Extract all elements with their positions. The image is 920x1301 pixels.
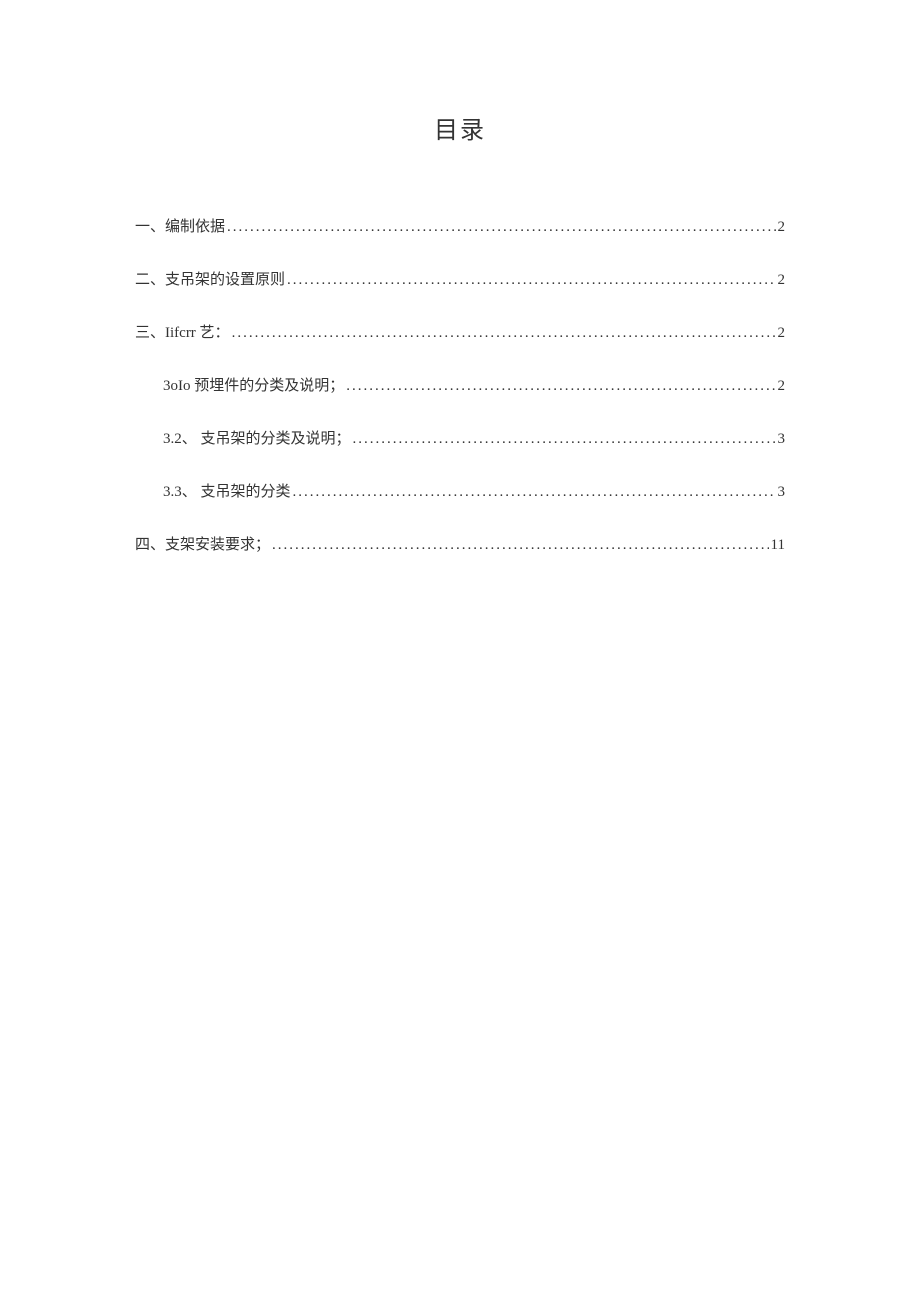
toc-entry: 三、Iifcrr 艺： 2 xyxy=(135,321,785,342)
toc-label: 3oIo 预埋件的分类及说明； xyxy=(163,374,344,395)
toc-label: 二、支吊架的设置原则 xyxy=(135,268,285,289)
toc-leader-dots xyxy=(287,272,775,289)
toc-page-number: 11 xyxy=(771,537,785,554)
toc-leader-dots xyxy=(227,219,775,236)
toc-label: 四、支架安装要求； xyxy=(135,533,270,554)
toc-label: 3.2、 支吊架的分类及说明； xyxy=(163,427,351,448)
toc-page-number: 2 xyxy=(778,378,786,395)
toc-leader-dots xyxy=(353,431,776,448)
toc-page-number: 3 xyxy=(778,431,786,448)
toc-title: 目录 xyxy=(135,110,785,145)
toc-leader-dots xyxy=(272,537,769,554)
toc-leader-dots xyxy=(346,378,775,395)
toc-entry: 3oIo 预埋件的分类及说明； 2 xyxy=(135,374,785,395)
toc-page-number: 2 xyxy=(778,325,786,342)
toc-entry: 3.3、 支吊架的分类 3 xyxy=(135,480,785,501)
toc-list: 一、编制依据 2 二、支吊架的设置原则 2 三、Iifcrr 艺： 2 3oIo… xyxy=(135,215,785,554)
toc-entry: 二、支吊架的设置原则 2 xyxy=(135,268,785,289)
toc-entry: 四、支架安装要求； 11 xyxy=(135,533,785,554)
toc-label: 3.3、 支吊架的分类 xyxy=(163,480,291,501)
toc-label: 三、Iifcrr 艺： xyxy=(135,321,230,342)
toc-label: 一、编制依据 xyxy=(135,215,225,236)
toc-leader-dots xyxy=(232,325,776,342)
toc-page-number: 2 xyxy=(778,219,786,236)
document-page: 目录 一、编制依据 2 二、支吊架的设置原则 2 三、Iifcrr 艺： 2 3… xyxy=(0,0,920,554)
toc-page-number: 2 xyxy=(778,272,786,289)
toc-leader-dots xyxy=(293,484,776,501)
toc-entry: 3.2、 支吊架的分类及说明； 3 xyxy=(135,427,785,448)
toc-entry: 一、编制依据 2 xyxy=(135,215,785,236)
toc-page-number: 3 xyxy=(778,484,786,501)
